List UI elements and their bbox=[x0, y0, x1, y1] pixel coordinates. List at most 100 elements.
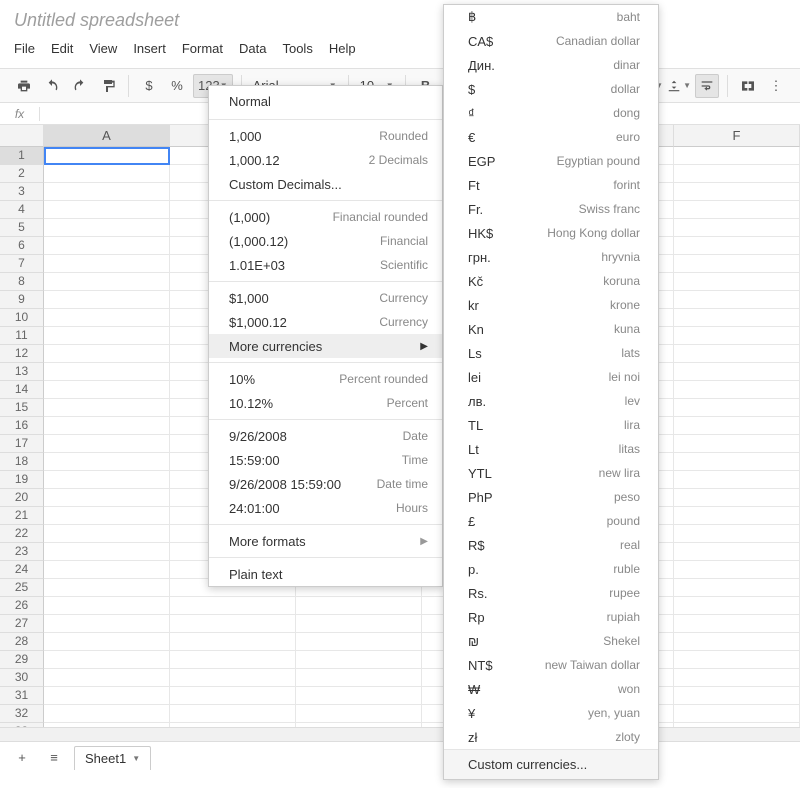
cell[interactable] bbox=[674, 291, 800, 309]
menu-insert[interactable]: Insert bbox=[133, 41, 166, 56]
menu-item[interactable]: $1,000Currency bbox=[209, 286, 442, 310]
currency-item[interactable]: Knkuna bbox=[444, 317, 658, 341]
row-header[interactable]: 33 bbox=[0, 723, 44, 727]
col-header[interactable]: F bbox=[674, 125, 800, 147]
cell[interactable] bbox=[44, 615, 170, 633]
menu-help[interactable]: Help bbox=[329, 41, 356, 56]
cell[interactable] bbox=[44, 453, 170, 471]
cell[interactable] bbox=[170, 705, 296, 723]
row-header[interactable]: 14 bbox=[0, 381, 44, 399]
row-header[interactable]: 29 bbox=[0, 651, 44, 669]
cell[interactable] bbox=[170, 615, 296, 633]
cell[interactable] bbox=[44, 525, 170, 543]
menu-data[interactable]: Data bbox=[239, 41, 266, 56]
cell[interactable] bbox=[674, 381, 800, 399]
row-header[interactable]: 3 bbox=[0, 183, 44, 201]
row-header[interactable]: 28 bbox=[0, 633, 44, 651]
menu-file[interactable]: File bbox=[14, 41, 35, 56]
cell[interactable] bbox=[674, 219, 800, 237]
currency-item[interactable]: Дин.dinar bbox=[444, 53, 658, 77]
sheet-tab[interactable]: Sheet1 ▼ bbox=[74, 746, 151, 770]
currency-item[interactable]: €euro bbox=[444, 125, 658, 149]
currency-item[interactable]: ₩won bbox=[444, 677, 658, 701]
cell[interactable] bbox=[44, 273, 170, 291]
row-header[interactable]: 8 bbox=[0, 273, 44, 291]
row-header[interactable]: 18 bbox=[0, 453, 44, 471]
currency-item[interactable]: Kčkoruna bbox=[444, 269, 658, 293]
row-header[interactable]: 9 bbox=[0, 291, 44, 309]
cell[interactable] bbox=[674, 327, 800, 345]
cell[interactable] bbox=[674, 615, 800, 633]
cell[interactable] bbox=[44, 597, 170, 615]
currency-item[interactable]: Rs.rupee bbox=[444, 581, 658, 605]
print-icon[interactable] bbox=[12, 74, 36, 98]
more-button[interactable]: ⋮ bbox=[764, 74, 788, 98]
row-header[interactable]: 6 bbox=[0, 237, 44, 255]
menu-item-more-formats[interactable]: More formats ▶ bbox=[209, 529, 442, 553]
row-header[interactable]: 32 bbox=[0, 705, 44, 723]
currency-item[interactable]: NT$new Taiwan dollar bbox=[444, 653, 658, 677]
cell[interactable] bbox=[674, 579, 800, 597]
redo-icon[interactable] bbox=[68, 74, 92, 98]
cell[interactable] bbox=[674, 633, 800, 651]
cell[interactable] bbox=[674, 669, 800, 687]
cell[interactable] bbox=[44, 309, 170, 327]
currency-item[interactable]: Lslats bbox=[444, 341, 658, 365]
currency-item[interactable]: р.ruble bbox=[444, 557, 658, 581]
undo-icon[interactable] bbox=[40, 74, 64, 98]
currency-item[interactable]: HK$Hong Kong dollar bbox=[444, 221, 658, 245]
cell[interactable] bbox=[674, 345, 800, 363]
cell[interactable] bbox=[44, 363, 170, 381]
cell[interactable] bbox=[674, 165, 800, 183]
col-header[interactable]: A bbox=[44, 125, 170, 147]
cell[interactable] bbox=[296, 633, 422, 651]
menu-item[interactable]: 9/26/2008Date bbox=[209, 424, 442, 448]
select-all-corner[interactable] bbox=[0, 125, 44, 147]
merge-button[interactable] bbox=[736, 74, 760, 98]
cell[interactable] bbox=[296, 705, 422, 723]
menu-item-plain-text[interactable]: Plain text bbox=[209, 562, 442, 586]
paint-format-icon[interactable] bbox=[96, 74, 120, 98]
cell[interactable] bbox=[44, 705, 170, 723]
cell[interactable] bbox=[44, 489, 170, 507]
cell[interactable] bbox=[44, 579, 170, 597]
cell[interactable] bbox=[170, 723, 296, 727]
cell[interactable] bbox=[674, 597, 800, 615]
cell[interactable] bbox=[674, 309, 800, 327]
cell[interactable] bbox=[296, 651, 422, 669]
currency-item[interactable]: Ltlitas bbox=[444, 437, 658, 461]
cell[interactable] bbox=[296, 615, 422, 633]
cell[interactable] bbox=[44, 327, 170, 345]
cell[interactable] bbox=[44, 687, 170, 705]
row-header[interactable]: 20 bbox=[0, 489, 44, 507]
cell[interactable] bbox=[674, 147, 800, 165]
row-header[interactable]: 11 bbox=[0, 327, 44, 345]
cell[interactable] bbox=[44, 417, 170, 435]
cell[interactable] bbox=[44, 561, 170, 579]
cell[interactable] bbox=[44, 471, 170, 489]
currency-item[interactable]: PhPpeso bbox=[444, 485, 658, 509]
cell[interactable] bbox=[44, 669, 170, 687]
row-header[interactable]: 31 bbox=[0, 687, 44, 705]
cell[interactable] bbox=[170, 651, 296, 669]
menu-edit[interactable]: Edit bbox=[51, 41, 73, 56]
cell[interactable] bbox=[674, 363, 800, 381]
row-header[interactable]: 5 bbox=[0, 219, 44, 237]
currency-item[interactable]: krkrone bbox=[444, 293, 658, 317]
menu-item[interactable]: 9/26/2008 15:59:00Date time bbox=[209, 472, 442, 496]
currency-item[interactable]: Fr.Swiss franc bbox=[444, 197, 658, 221]
menu-item-more-currencies[interactable]: More currencies ▶ bbox=[209, 334, 442, 358]
cell[interactable] bbox=[44, 345, 170, 363]
currency-item[interactable]: Rprupiah bbox=[444, 605, 658, 629]
row-header[interactable]: 17 bbox=[0, 435, 44, 453]
cell[interactable] bbox=[44, 651, 170, 669]
currency-button[interactable]: $ bbox=[137, 74, 161, 98]
cell[interactable] bbox=[674, 489, 800, 507]
cell[interactable] bbox=[44, 633, 170, 651]
cell[interactable] bbox=[674, 417, 800, 435]
row-header[interactable]: 2 bbox=[0, 165, 44, 183]
cell[interactable] bbox=[44, 165, 170, 183]
row-header[interactable]: 30 bbox=[0, 669, 44, 687]
cell[interactable] bbox=[674, 471, 800, 489]
currency-item[interactable]: EGPEgyptian pound bbox=[444, 149, 658, 173]
